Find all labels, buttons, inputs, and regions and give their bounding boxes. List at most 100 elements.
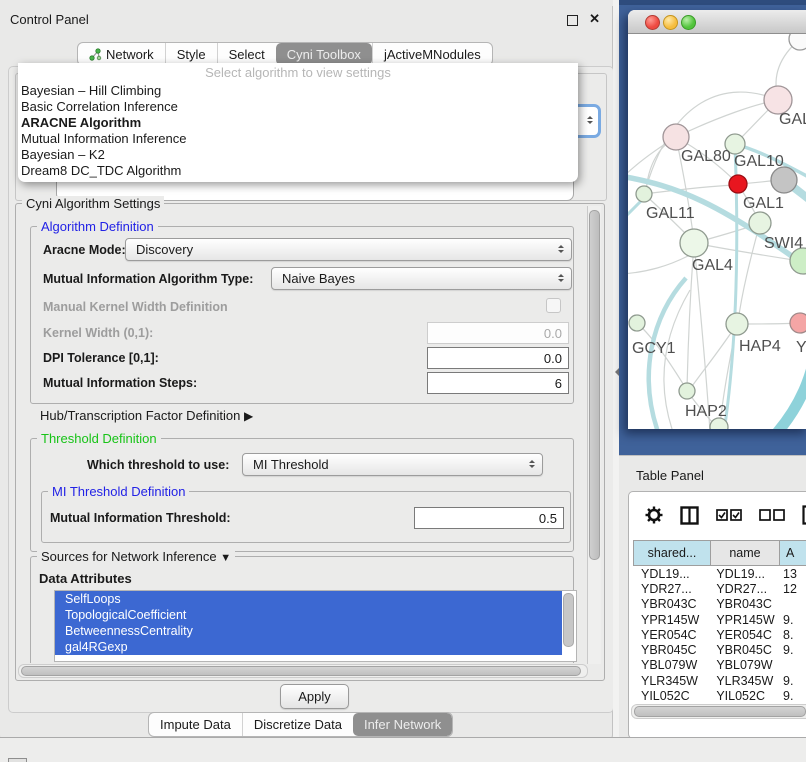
table-row[interactable]: YBR043C YBR043C [633, 597, 806, 612]
list-item[interactable]: SelfLoops [55, 591, 562, 607]
node-label: SWI4 [764, 235, 803, 252]
node-label: GAL4 [692, 257, 733, 274]
menu-item[interactable]: Mutual Information Inference [18, 131, 578, 147]
network-node[interactable] [636, 186, 652, 202]
table-row[interactable]: YDL19... YDL19... 13 [633, 566, 806, 581]
settings-horizontal-scrollbar[interactable] [18, 664, 588, 678]
minimized-panel-icon[interactable] [8, 758, 27, 762]
cyni-algorithm-settings-group: Cyni Algorithm Settings Algorithm Defini… [15, 203, 605, 681]
mi-algorithm-type-combo[interactable]: Naive Bayes [271, 267, 572, 290]
list-item[interactable]: gal4RGexp [55, 639, 562, 655]
table-horizontal-scrollbar-thumb[interactable] [634, 706, 806, 717]
close-icon[interactable]: ✕ [589, 11, 600, 27]
data-attributes-label: Data Attributes [39, 571, 132, 586]
threshold-definition-group: Threshold Definition Which threshold to … [30, 438, 574, 552]
tab-discretize-data[interactable]: Discretize Data [242, 713, 353, 736]
network-node[interactable] [629, 315, 645, 331]
menu-item[interactable]: Dream8 DC_TDC Algorithm [18, 163, 578, 179]
algorithm-dropdown: Select algorithm to view settings Bayesi… [18, 63, 578, 182]
split-columns-icon[interactable] [680, 506, 699, 525]
mi-threshold-label: Mutual Information Threshold: [50, 511, 231, 525]
sources-legend[interactable]: Sources for Network Inference ▼ [37, 549, 235, 564]
network-view-window: GAL GAL80 GAL10 GAL1 GAL11 SWI4 GAL4 GCY… [628, 10, 806, 429]
tab-select[interactable]: Select [217, 43, 276, 65]
network-node[interactable] [679, 383, 695, 399]
unchecked-checkboxes-icon[interactable] [759, 509, 785, 521]
hub-definition-toggle[interactable]: Hub/Transcription Factor Definition ▶ [40, 408, 253, 423]
menu-item[interactable]: Basic Correlation Inference [18, 99, 578, 115]
table-row[interactable]: YIL052C YIL052C 9. [633, 688, 806, 703]
mi-threshold-field[interactable]: 0.5 [414, 507, 564, 529]
algorithm-dropdown-hint: Select algorithm to view settings [18, 63, 578, 83]
mi-steps-field[interactable]: 6 [427, 372, 569, 394]
algorithm-definition-group: Algorithm Definition Aracne Mode: Discov… [30, 226, 574, 404]
apply-button[interactable]: Apply [280, 684, 349, 709]
list-item[interactable]: BetweennessCentrality [55, 623, 562, 639]
column-header-shared-name[interactable]: shared... [633, 540, 711, 566]
dpi-tolerance-field[interactable]: 0.0 [427, 347, 569, 369]
network-graph[interactable]: GAL GAL80 GAL10 GAL1 GAL11 SWI4 GAL4 GCY… [628, 34, 806, 429]
menu-item[interactable]: Bayesian – Hill Climbing [18, 83, 578, 99]
node-label: GAL80 [681, 148, 731, 165]
tab-style[interactable]: Style [165, 43, 217, 65]
node-label: GAL1 [743, 195, 784, 212]
document-icon[interactable] [802, 505, 806, 525]
minimize-traffic-light[interactable] [663, 15, 678, 30]
network-node-selected[interactable] [729, 175, 747, 193]
network-node[interactable] [663, 124, 689, 150]
settings-vertical-scrollbar-thumb[interactable] [589, 210, 600, 560]
gear-icon[interactable] [645, 506, 663, 524]
desktop-top-edge [619, 0, 806, 5]
network-window-titlebar [628, 10, 806, 34]
list-item[interactable]: TopologicalCoefficient [55, 607, 562, 623]
attribute-list-scrollbar[interactable] [563, 593, 574, 647]
network-node[interactable] [726, 313, 748, 335]
checked-checkboxes-icon[interactable] [716, 509, 742, 521]
network-node[interactable] [764, 86, 792, 114]
tab-jactivemnodules[interactable]: jActiveMNodules [372, 43, 492, 65]
zoom-traffic-light[interactable] [681, 15, 696, 30]
dpi-tolerance-label: DPI Tolerance [0,1]: [43, 351, 159, 365]
tab-impute-data[interactable]: Impute Data [149, 713, 242, 736]
which-threshold-combo[interactable]: MI Threshold [242, 453, 543, 476]
table-panel-title: Table Panel [636, 468, 704, 483]
table-row[interactable]: YLR345W YLR345W 9. [633, 673, 806, 688]
node-label: Y [796, 339, 806, 356]
network-node[interactable] [771, 167, 797, 193]
table-row[interactable]: YDR27... YDR27... 12 [633, 581, 806, 596]
splitter-collapse-icon[interactable] [611, 368, 619, 376]
table-row[interactable]: YBR045C YBR045C 9. [633, 642, 806, 657]
menu-item[interactable]: Bayesian – K2 [18, 147, 578, 163]
aracne-mode-combo[interactable]: Discovery [125, 238, 572, 261]
network-node[interactable] [749, 212, 771, 234]
table-horizontal-scrollbar[interactable] [631, 704, 806, 719]
tab-network[interactable]: Network [78, 43, 165, 65]
tab-cyni-toolbox[interactable]: Cyni Toolbox [276, 43, 372, 65]
algorithm-definition-legend: Algorithm Definition [37, 219, 158, 234]
network-node[interactable] [680, 229, 708, 257]
menu-item-selected[interactable]: ARACNE Algorithm [18, 115, 578, 131]
data-attributes-list: SelfLoops TopologicalCoefficient Between… [54, 590, 577, 662]
settings-horizontal-scrollbar-thumb[interactable] [21, 666, 581, 676]
kernel-width-label: Kernel Width (0,1): [43, 326, 153, 340]
which-threshold-label: Which threshold to use: [87, 458, 229, 472]
network-node[interactable] [790, 313, 806, 333]
combo-stepper-icon [529, 457, 535, 471]
aracne-mode-label: Aracne Mode: [43, 243, 126, 257]
table-row[interactable]: YPR145W YPR145W 9. [633, 612, 806, 627]
mi-algorithm-type-label: Mutual Information Algorithm Type: [43, 272, 253, 286]
manual-kernel-width-label: Manual Kernel Width Definition [43, 300, 228, 314]
kernel-width-field[interactable]: 0.0 [427, 322, 569, 344]
float-window-icon[interactable] [567, 15, 578, 26]
table-toolbar [629, 492, 806, 538]
table-row[interactable]: YER054C YER054C 8. [633, 627, 806, 642]
settings-vertical-scrollbar[interactable] [587, 206, 601, 664]
close-traffic-light[interactable] [645, 15, 660, 30]
threshold-definition-legend: Threshold Definition [37, 431, 161, 446]
column-header-partial[interactable]: A [780, 540, 806, 566]
node-label: GAL10 [734, 153, 784, 170]
tab-infer-network[interactable]: Infer Network [353, 713, 452, 736]
column-header-name[interactable]: name [711, 540, 780, 566]
table-row[interactable]: YBL079W YBL079W [633, 658, 806, 673]
manual-kernel-width-checkbox[interactable] [546, 298, 561, 313]
